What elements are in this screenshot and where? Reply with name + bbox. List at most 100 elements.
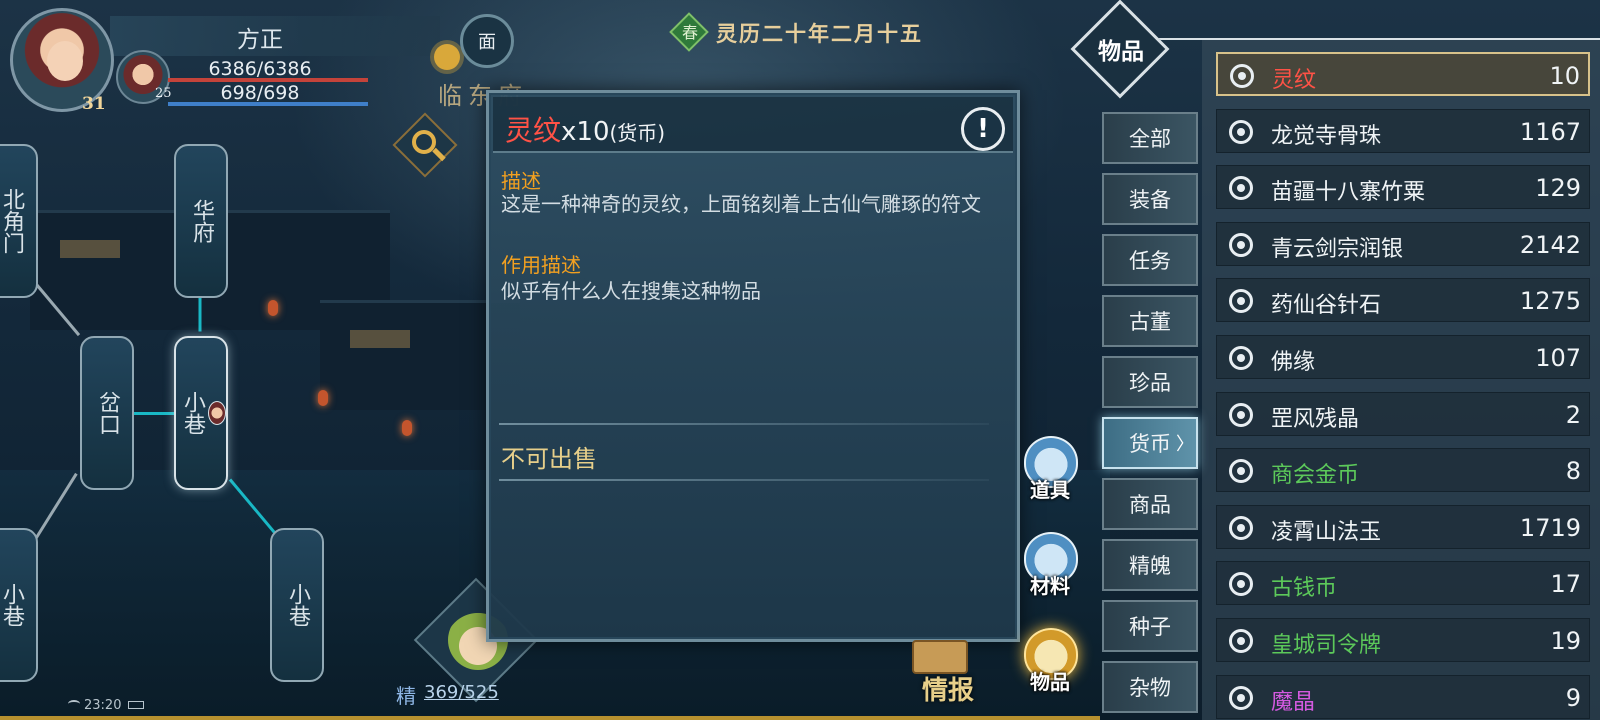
inventory-item-name: 药仙谷针石 [1271,293,1382,319]
inventory-row[interactable]: 佛缘 107 [1216,335,1590,379]
lantern-icon [318,390,328,406]
inventory-row[interactable]: 皇城司令牌 19 [1216,618,1590,662]
inventory-item-name: 青云剑宗润银 [1271,236,1404,262]
inventory-item-list[interactable]: 灵纹 10 龙觉寺骨珠 1167 苗疆十八寨竹粟 129 青云剑宗润银 2142 药仙谷针石 12… [1216,52,1592,720]
item-category: (货币) [609,121,666,145]
energy-label: 精 [396,684,416,708]
coin-icon [1229,572,1253,597]
season-label: 春 [681,23,698,42]
inventory-row[interactable]: 药仙谷针石 1275 [1216,278,1590,323]
coin-icon [1229,685,1253,710]
battery-icon [128,701,144,709]
coin-icon [1229,515,1253,540]
items-bag-label: 物品 [1030,670,1070,694]
sell-status: 不可出售 [501,445,597,473]
inventory-item-name: 罡风残晶 [1271,406,1360,432]
coin-icon [1229,289,1253,314]
inventory-row[interactable]: 龙觉寺骨珠 1167 [1216,108,1590,153]
item-name: 灵纹 [505,114,562,147]
map-path [198,297,202,332]
bottom-border [0,716,1100,720]
mask-button[interactable]: 面 [460,14,514,68]
energy-value: 369/525 [424,682,499,703]
coin-icon [1229,119,1253,144]
materials-bag-button[interactable]: 材料 [1018,528,1082,598]
inventory-item-name: 苗疆十八寨竹粟 [1271,180,1426,206]
hp-value: 6386/6386 [208,58,312,80]
tab-spirit[interactable]: 精魄 [1102,539,1198,591]
lantern-icon [402,420,412,436]
tab-goods[interactable]: 商品 [1102,478,1198,530]
inventory-item-count: 9 [1565,683,1581,712]
coin-icon [1229,402,1253,427]
map-node-alley-current[interactable]: 小巷 [174,336,228,490]
exclamation-icon[interactable]: ! [961,107,1005,151]
inventory-item-name: 魔晶 [1271,689,1316,715]
inventory-item-count: 107 [1535,344,1581,372]
inventory-item-count: 1719 [1519,513,1581,542]
items-bag-button[interactable]: 物品 [1018,624,1082,694]
inventory-item-count: 10 [1549,62,1580,90]
inventory-item-name: 龙觉寺骨珠 [1271,123,1382,149]
inventory-item-count: 19 [1550,627,1581,655]
inventory-header-line [1150,38,1600,40]
tools-bag-button[interactable]: 道具 [1018,432,1082,502]
inventory-row[interactable]: 灵纹 10 [1216,52,1590,96]
tab-currency[interactable]: 货币 [1102,417,1198,469]
tab-antique[interactable]: 古董 [1102,295,1198,347]
map-node-alley[interactable]: 小巷 [270,528,324,682]
clock-time: 23:20 [84,698,122,713]
intel-scroll-icon[interactable] [912,640,968,674]
item-title: 灵纹x10(货币) [505,109,665,149]
background-window [60,240,120,258]
inventory-item-count: 8 [1565,457,1581,486]
inventory-item-name: 商会金币 [1271,463,1360,489]
map-node-hua-mansion[interactable]: 华府 [174,144,228,298]
map-node-fork[interactable]: 岔口 [80,336,134,490]
inventory-row[interactable]: 苗疆十八寨竹粟 129 [1216,165,1590,210]
inventory-row[interactable]: 古钱币 17 [1216,561,1590,606]
coin-icon [1229,232,1253,257]
tab-misc[interactable]: 杂物 [1102,661,1198,713]
sun-icon [434,44,460,70]
inventory-item-name: 灵纹 [1272,68,1317,93]
inventory-item-name: 佛缘 [1271,350,1316,375]
inventory-row[interactable]: 青云剑宗润银 2142 [1216,221,1590,266]
inventory-row[interactable]: 商会金币 8 [1216,448,1590,493]
coin-icon [1230,64,1254,88]
materials-bag-label: 材料 [1030,574,1070,598]
inventory-row[interactable]: 罡风残晶 2 [1216,391,1590,436]
map-node-alley[interactable]: 小巷 [0,528,38,682]
tab-all[interactable]: 全部 [1102,112,1198,164]
mask-icon: 面 [478,32,496,53]
lantern-icon [268,300,278,316]
inventory-item-count: 129 [1535,174,1581,203]
player-marker-icon [208,401,226,425]
tab-equipment[interactable]: 装备 [1102,173,1198,225]
inventory-item-count: 1275 [1519,287,1581,316]
divider [499,479,989,481]
coin-icon [1229,459,1253,484]
coin-icon [1229,346,1253,370]
inventory-row[interactable]: 魔晶 9 [1216,674,1590,719]
tools-bag-label: 道具 [1030,478,1070,502]
map-node-north-gate[interactable]: 北角门 [0,144,38,298]
intel-label[interactable]: 情报 [922,670,974,707]
coin-icon [1229,176,1253,201]
inventory-item-count: 2 [1565,400,1581,429]
inventory-title: 物品 [1098,38,1144,65]
mp-bar [168,102,368,106]
tab-quest[interactable]: 任务 [1102,234,1198,286]
tab-seeds[interactable]: 种子 [1102,600,1198,652]
inventory-item-count: 1167 [1519,117,1581,146]
coin-icon [1229,629,1253,653]
divider [499,423,989,425]
inventory-row[interactable]: 凌霄山法玉 1719 [1216,504,1590,549]
inventory-item-name: 皇城司令牌 [1271,633,1382,658]
effect-label: 作用描述 [501,253,581,277]
player-name: 方正 [237,27,283,53]
inventory-item-count: 17 [1550,570,1581,599]
tab-treasure[interactable]: 珍品 [1102,356,1198,408]
background-window [350,330,410,348]
player-level: 31 [82,94,106,114]
